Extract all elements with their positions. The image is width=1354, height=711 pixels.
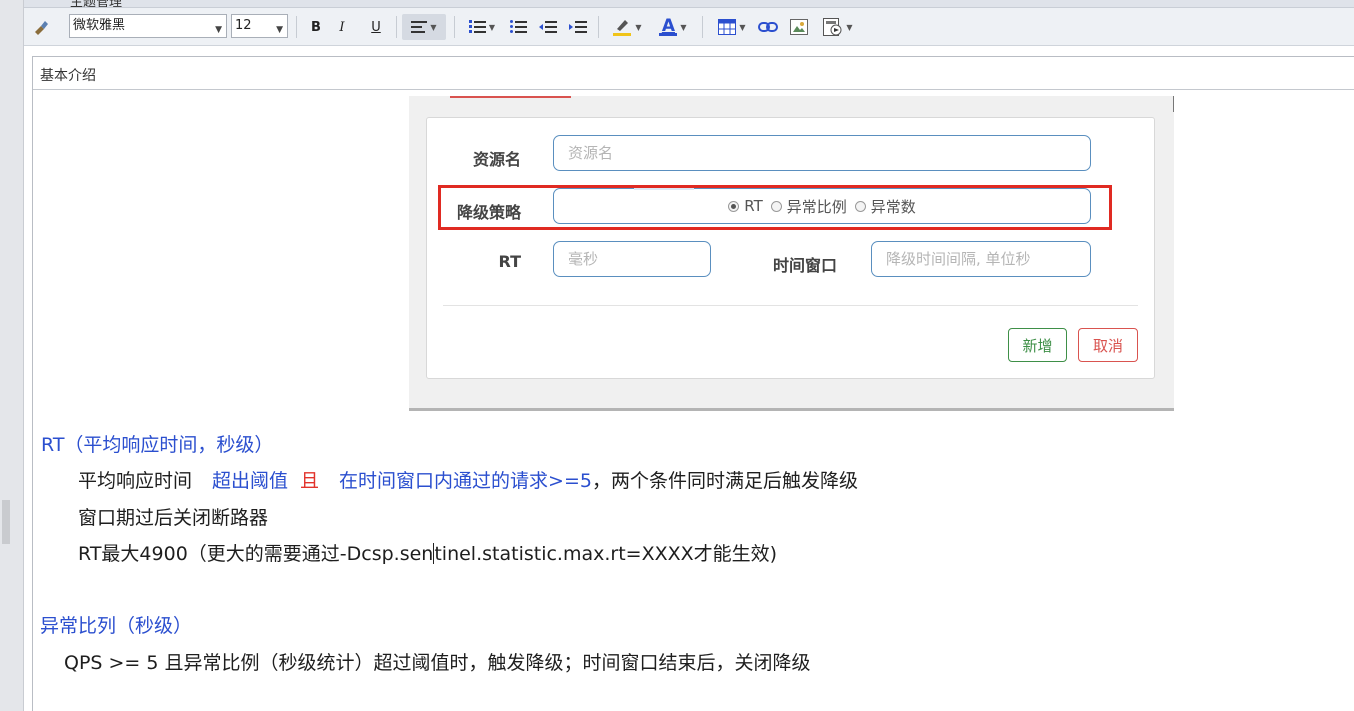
toolbar-divider [598,16,599,38]
table-icon [718,19,737,35]
rt-line3-part-b: tinel.statistic.max.rt=XXXX才能生效) [434,543,778,565]
time-window-label: 时间窗口 [772,256,837,275]
font-color-button[interactable]: A ▼ [652,8,694,46]
toolbar-divider [396,16,397,38]
section-heading: 基本介绍 [40,68,96,84]
rt-label: RT [498,252,521,271]
window-title: 主题管理 [70,0,123,8]
section-heading-row: 基本介绍 [33,57,1354,90]
toolbar-divider [702,16,703,38]
time-window-input[interactable]: 降级时间间隔, 单位秒 [871,241,1091,277]
embedded-dialog-screenshot: 资源名 资源名 降级策略 RT 异常比例 异常数 RT 毫秒 时间窗口 降级时间… [409,96,1174,411]
dialog-tab-accent [450,96,571,98]
resource-name-input[interactable]: 资源名 [553,135,1091,171]
highlight-color-button[interactable]: ▼ [606,8,648,46]
rt-line1-part-e: ，两个条件同时满足后触发降级 [591,470,858,492]
editor-toolbar: 微软雅黑 ▼ 12 ▼ B I U ▼ ▼ ▼ A ▼ ▼ ▼ [24,8,1354,46]
image-icon [790,19,808,35]
font-size-value: 12 [235,18,252,33]
window-title-bar: 主题管理 [24,0,1354,8]
rt-description-line1: 平均响应时间 超出阈值且在时间窗口内通过的请求>=5，两个条件同时满足后触发降级 [78,466,858,493]
bold-button[interactable]: B [305,8,327,46]
media-icon [823,18,842,36]
toolbar-divider [454,16,455,38]
indent-icon [569,21,587,33]
font-family-select[interactable]: 微软雅黑 ▼ [69,14,227,38]
insert-link-button[interactable] [755,8,781,46]
rt-line3-part-a: RT最大4900（更大的需要通过-Dcsp.sen [78,543,434,565]
ordered-list-button[interactable]: ▼ [462,8,502,46]
form-divider [443,305,1138,306]
insert-image-button[interactable] [786,8,812,46]
format-painter-icon[interactable] [28,8,54,46]
dialog-edge-line [1173,96,1174,112]
rt-line1-part-c: 且 [300,470,320,492]
scroll-handle[interactable] [2,500,10,544]
align-left-icon [411,21,428,33]
rt-line1-part-a: 平均响应时间 [78,470,193,492]
italic-button[interactable]: I [331,8,353,46]
indent-button[interactable] [566,8,590,46]
rt-line1-part-b: 超出阈值 [212,470,289,492]
degrade-rule-form: 资源名 资源名 降级策略 RT 异常比例 异常数 RT 毫秒 时间窗口 降级时间… [426,117,1155,379]
cancel-button[interactable]: 取消 [1078,328,1138,362]
rt-description-line3: RT最大4900（更大的需要通过-Dcsp.sentinel.statistic… [78,539,777,566]
rt-section-title: RT（平均响应时间，秒级） [41,434,274,456]
insert-table-button[interactable]: ▼ [712,8,752,46]
rt-input[interactable]: 毫秒 [553,241,711,277]
highlighter-icon [613,20,632,36]
font-color-icon: A [661,15,675,36]
rt-description-line2: 窗口期过后关闭断路器 [78,507,269,529]
add-button[interactable]: 新增 [1008,328,1067,362]
bullet-list-icon [509,20,527,33]
ordered-list-icon [468,20,486,33]
underline-button[interactable]: U [365,8,387,46]
outdent-button[interactable] [536,8,560,46]
font-family-value: 微软雅黑 [73,18,126,33]
align-left-button[interactable]: ▼ [402,14,446,40]
ratio-section-title: 异常比列（秒级） [40,615,193,637]
ratio-description: QPS >= 5 且异常比例（秒级统计）超过阈值时，触发降级；时间窗口结束后，关… [64,652,811,674]
rt-line1-part-d: 在时间窗口内通过的请求>=5 [339,470,592,492]
link-icon [758,22,778,32]
strategy-highlight-box [438,185,1112,230]
font-size-select[interactable]: 12 ▼ [231,14,288,38]
toolbar-divider [296,16,297,38]
left-panel-strip [0,0,24,711]
insert-media-button[interactable]: ▼ [818,8,858,46]
outdent-icon [539,21,557,33]
bullet-list-button[interactable] [506,8,530,46]
resource-label: 资源名 [472,150,521,169]
